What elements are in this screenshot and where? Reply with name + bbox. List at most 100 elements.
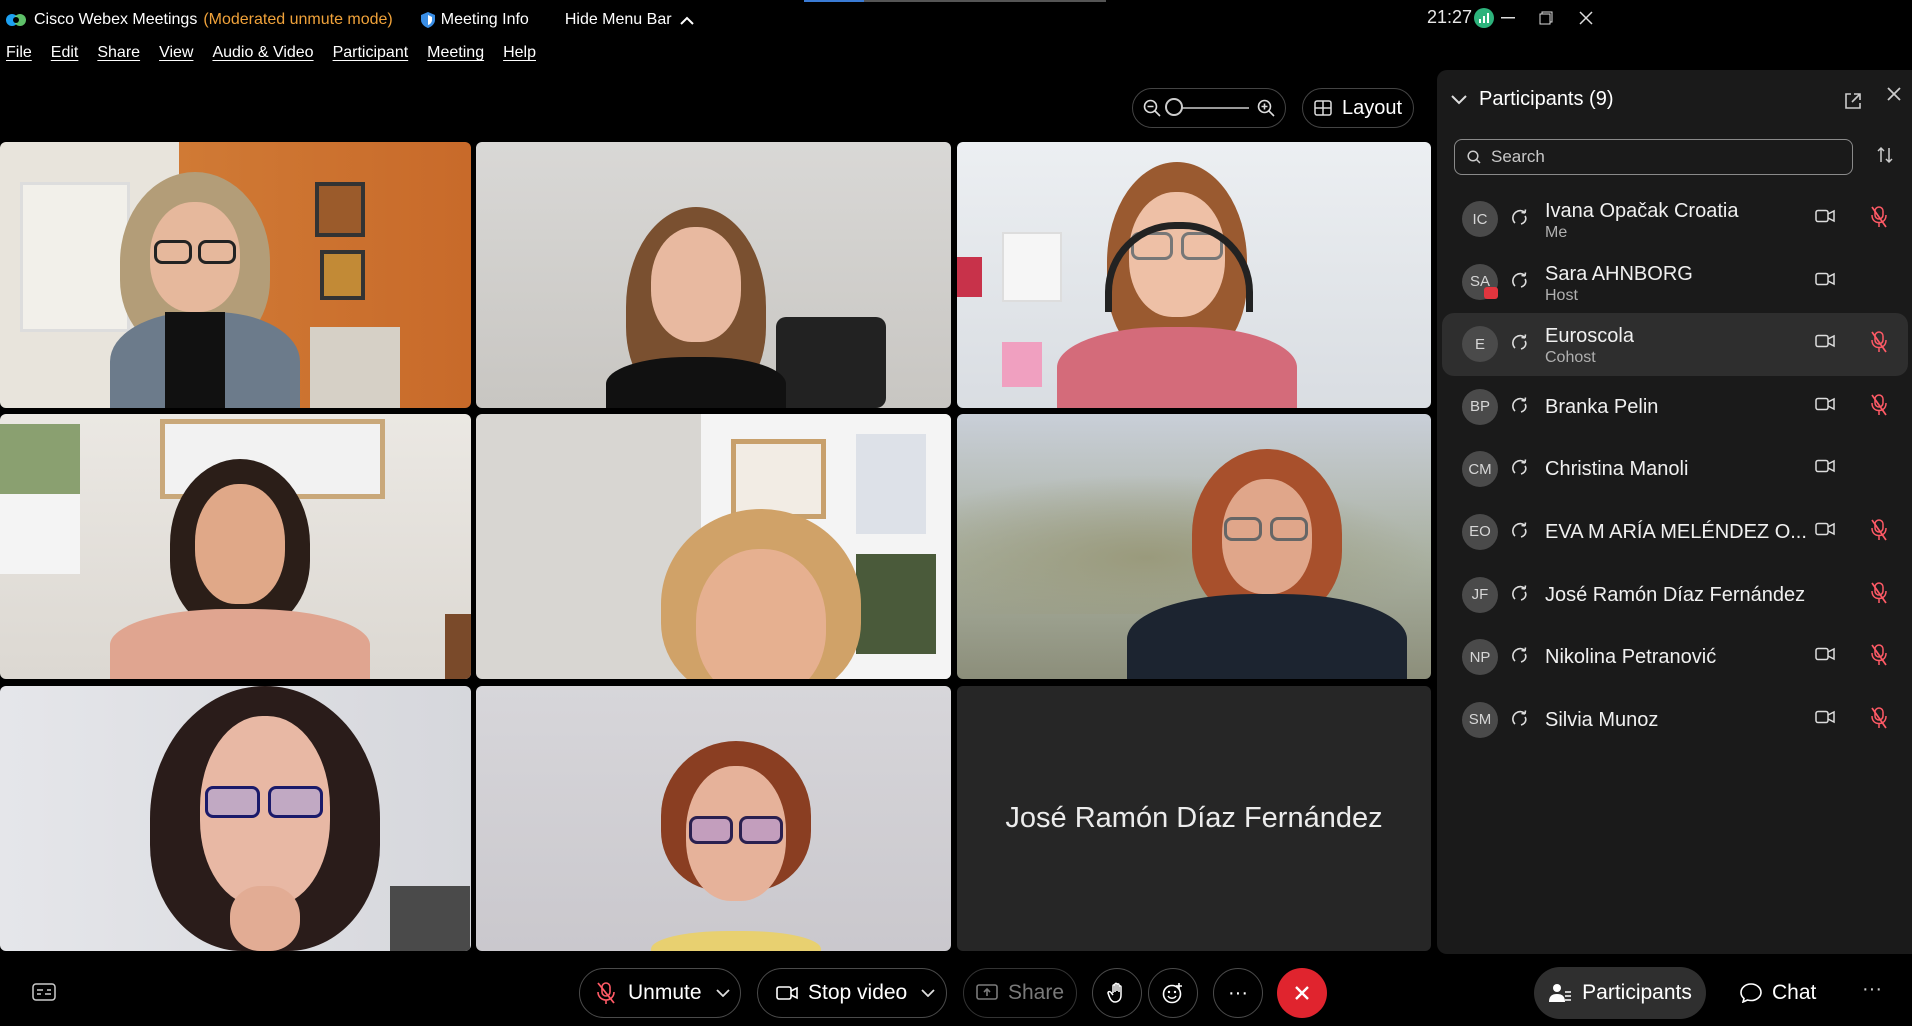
loading-bar [804,0,1106,2]
connection-sync-icon [1509,270,1531,292]
mic-muted-icon[interactable] [1870,706,1888,730]
hide-menu-bar-button[interactable]: Hide Menu Bar [565,11,694,29]
video-tile[interactable] [476,142,951,408]
video-tile[interactable] [957,414,1431,679]
more-right-icon[interactable]: ··· [1862,978,1882,1001]
restore-icon [1539,11,1553,25]
zoom-in-icon[interactable] [1257,99,1275,117]
avatar: NP [1462,639,1498,676]
video-tile[interactable] [957,142,1431,408]
close-panel-icon[interactable] [1886,86,1902,102]
connection-sync-icon [1509,457,1531,479]
camera-icon[interactable] [1815,334,1837,350]
participant-row[interactable]: IC Ivana Opačak Croatia Me [1442,188,1908,251]
meeting-info-button[interactable]: Meeting Info [420,11,529,29]
camera-icon[interactable] [1815,647,1837,663]
participant-search[interactable] [1454,139,1853,175]
zoom-slider-knob[interactable] [1165,98,1183,116]
camera-icon[interactable] [1815,710,1837,726]
mic-muted-icon[interactable] [1870,643,1888,667]
more-options-button[interactable]: ··· [1213,968,1263,1018]
emoji-icon [1162,983,1182,1004]
video-tile[interactable] [476,414,951,679]
leave-meeting-button[interactable] [1277,968,1327,1018]
participant-name: Sara AHNBORG [1545,262,1693,285]
connection-sync-icon [1509,645,1531,667]
connection-sync-icon [1509,207,1531,229]
zoom-slider[interactable] [1165,98,1249,116]
mic-muted-icon[interactable] [1870,330,1888,354]
search-input[interactable] [1491,147,1831,167]
participant-row[interactable]: NP Nikolina Petranović [1442,626,1908,689]
meeting-controls-bar: Unmute Stop video Share ··· Participants… [0,960,1912,1026]
participant-name: Christina Manoli [1545,458,1689,481]
menu-file[interactable]: File [6,44,32,68]
camera-icon[interactable] [1815,522,1837,538]
closed-captions-icon[interactable] [32,983,56,1001]
mic-muted-icon[interactable] [1870,581,1888,605]
menu-participant[interactable]: Participant [333,44,409,68]
chat-label: Chat [1772,981,1817,1004]
mic-muted-icon[interactable] [1870,205,1888,229]
menu-edit[interactable]: Edit [51,44,79,68]
participant-row[interactable]: EO EVA M ARÍA MELÉNDEZ O... [1442,501,1908,564]
restore-button[interactable] [1526,4,1566,32]
menu-help[interactable]: Help [503,44,536,68]
camera-icon[interactable] [1815,272,1837,288]
minimize-button[interactable] [1488,4,1528,32]
zoom-out-icon[interactable] [1143,99,1161,117]
meeting-info-label: Meeting Info [440,11,529,28]
connection-sync-icon [1509,520,1531,542]
participants-panel-header[interactable]: Participants (9) [1451,88,1614,111]
connection-sync-icon [1509,708,1531,730]
menu-bar: File Edit Share View Audio & Video Parti… [0,44,549,68]
video-tile[interactable] [476,686,951,951]
sort-icon[interactable] [1876,146,1894,164]
mic-muted-icon[interactable] [1870,518,1888,542]
shield-icon [420,12,435,28]
layout-button[interactable]: Layout [1302,88,1414,128]
mic-muted-icon[interactable] [1870,393,1888,417]
camera-icon[interactable] [1815,397,1837,413]
close-icon [1579,11,1593,25]
stop-video-button[interactable]: Stop video [757,968,947,1018]
participant-name: Nikolina Petranović [1545,646,1717,669]
menu-meeting[interactable]: Meeting [427,44,484,68]
participant-row[interactable]: E Euroscola Cohost [1442,313,1908,376]
raise-hand-button[interactable] [1092,968,1142,1018]
menu-view[interactable]: View [159,44,193,68]
chevron-down-icon[interactable] [921,989,935,997]
share-button[interactable]: Share [963,968,1077,1018]
participant-row[interactable]: CM Christina Manoli [1442,438,1908,501]
avatar: EO [1462,513,1498,550]
chevron-down-icon[interactable] [715,989,730,997]
video-off-participant-name: José Ramón Díaz Fernández [1005,802,1383,834]
close-window-button[interactable] [1566,4,1606,32]
connection-sync-icon [1509,583,1531,605]
video-tile[interactable] [0,686,471,951]
video-tile[interactable] [0,142,471,408]
participant-list: IC Ivana Opačak Croatia Me SA Sara AHNBORG Ho… [1442,188,1908,751]
participants-button[interactable]: Participants [1534,967,1706,1019]
menu-share[interactable]: Share [97,44,140,68]
name-only-video-tile[interactable]: José Ramón Díaz Fernández [957,686,1431,951]
unmute-label: Unmute [628,981,702,1004]
webex-logo-icon [6,14,26,26]
reactions-button[interactable] [1148,968,1198,1018]
menu-audio-video[interactable]: Audio & Video [212,44,313,68]
participants-icon [1549,984,1572,1002]
video-tile[interactable] [0,414,471,679]
participant-row[interactable]: JF José Ramón Díaz Fernández [1442,564,1908,627]
participant-row[interactable]: BP Branka Pelin [1442,376,1908,439]
participant-row[interactable]: SA Sara AHNBORG Host [1442,251,1908,314]
participant-row[interactable]: SM Silvia Munoz [1442,689,1908,752]
camera-icon[interactable] [1815,209,1837,225]
minimize-icon [1501,17,1515,19]
chat-button[interactable]: Chat [1740,967,1816,1019]
camera-icon[interactable] [1815,459,1837,475]
chevron-down-icon[interactable] [1451,94,1467,105]
share-screen-icon [976,984,998,1000]
participant-name: José Ramón Díaz Fernández [1545,583,1806,606]
unmute-button[interactable]: Unmute [579,968,741,1018]
popout-icon[interactable] [1844,92,1862,110]
